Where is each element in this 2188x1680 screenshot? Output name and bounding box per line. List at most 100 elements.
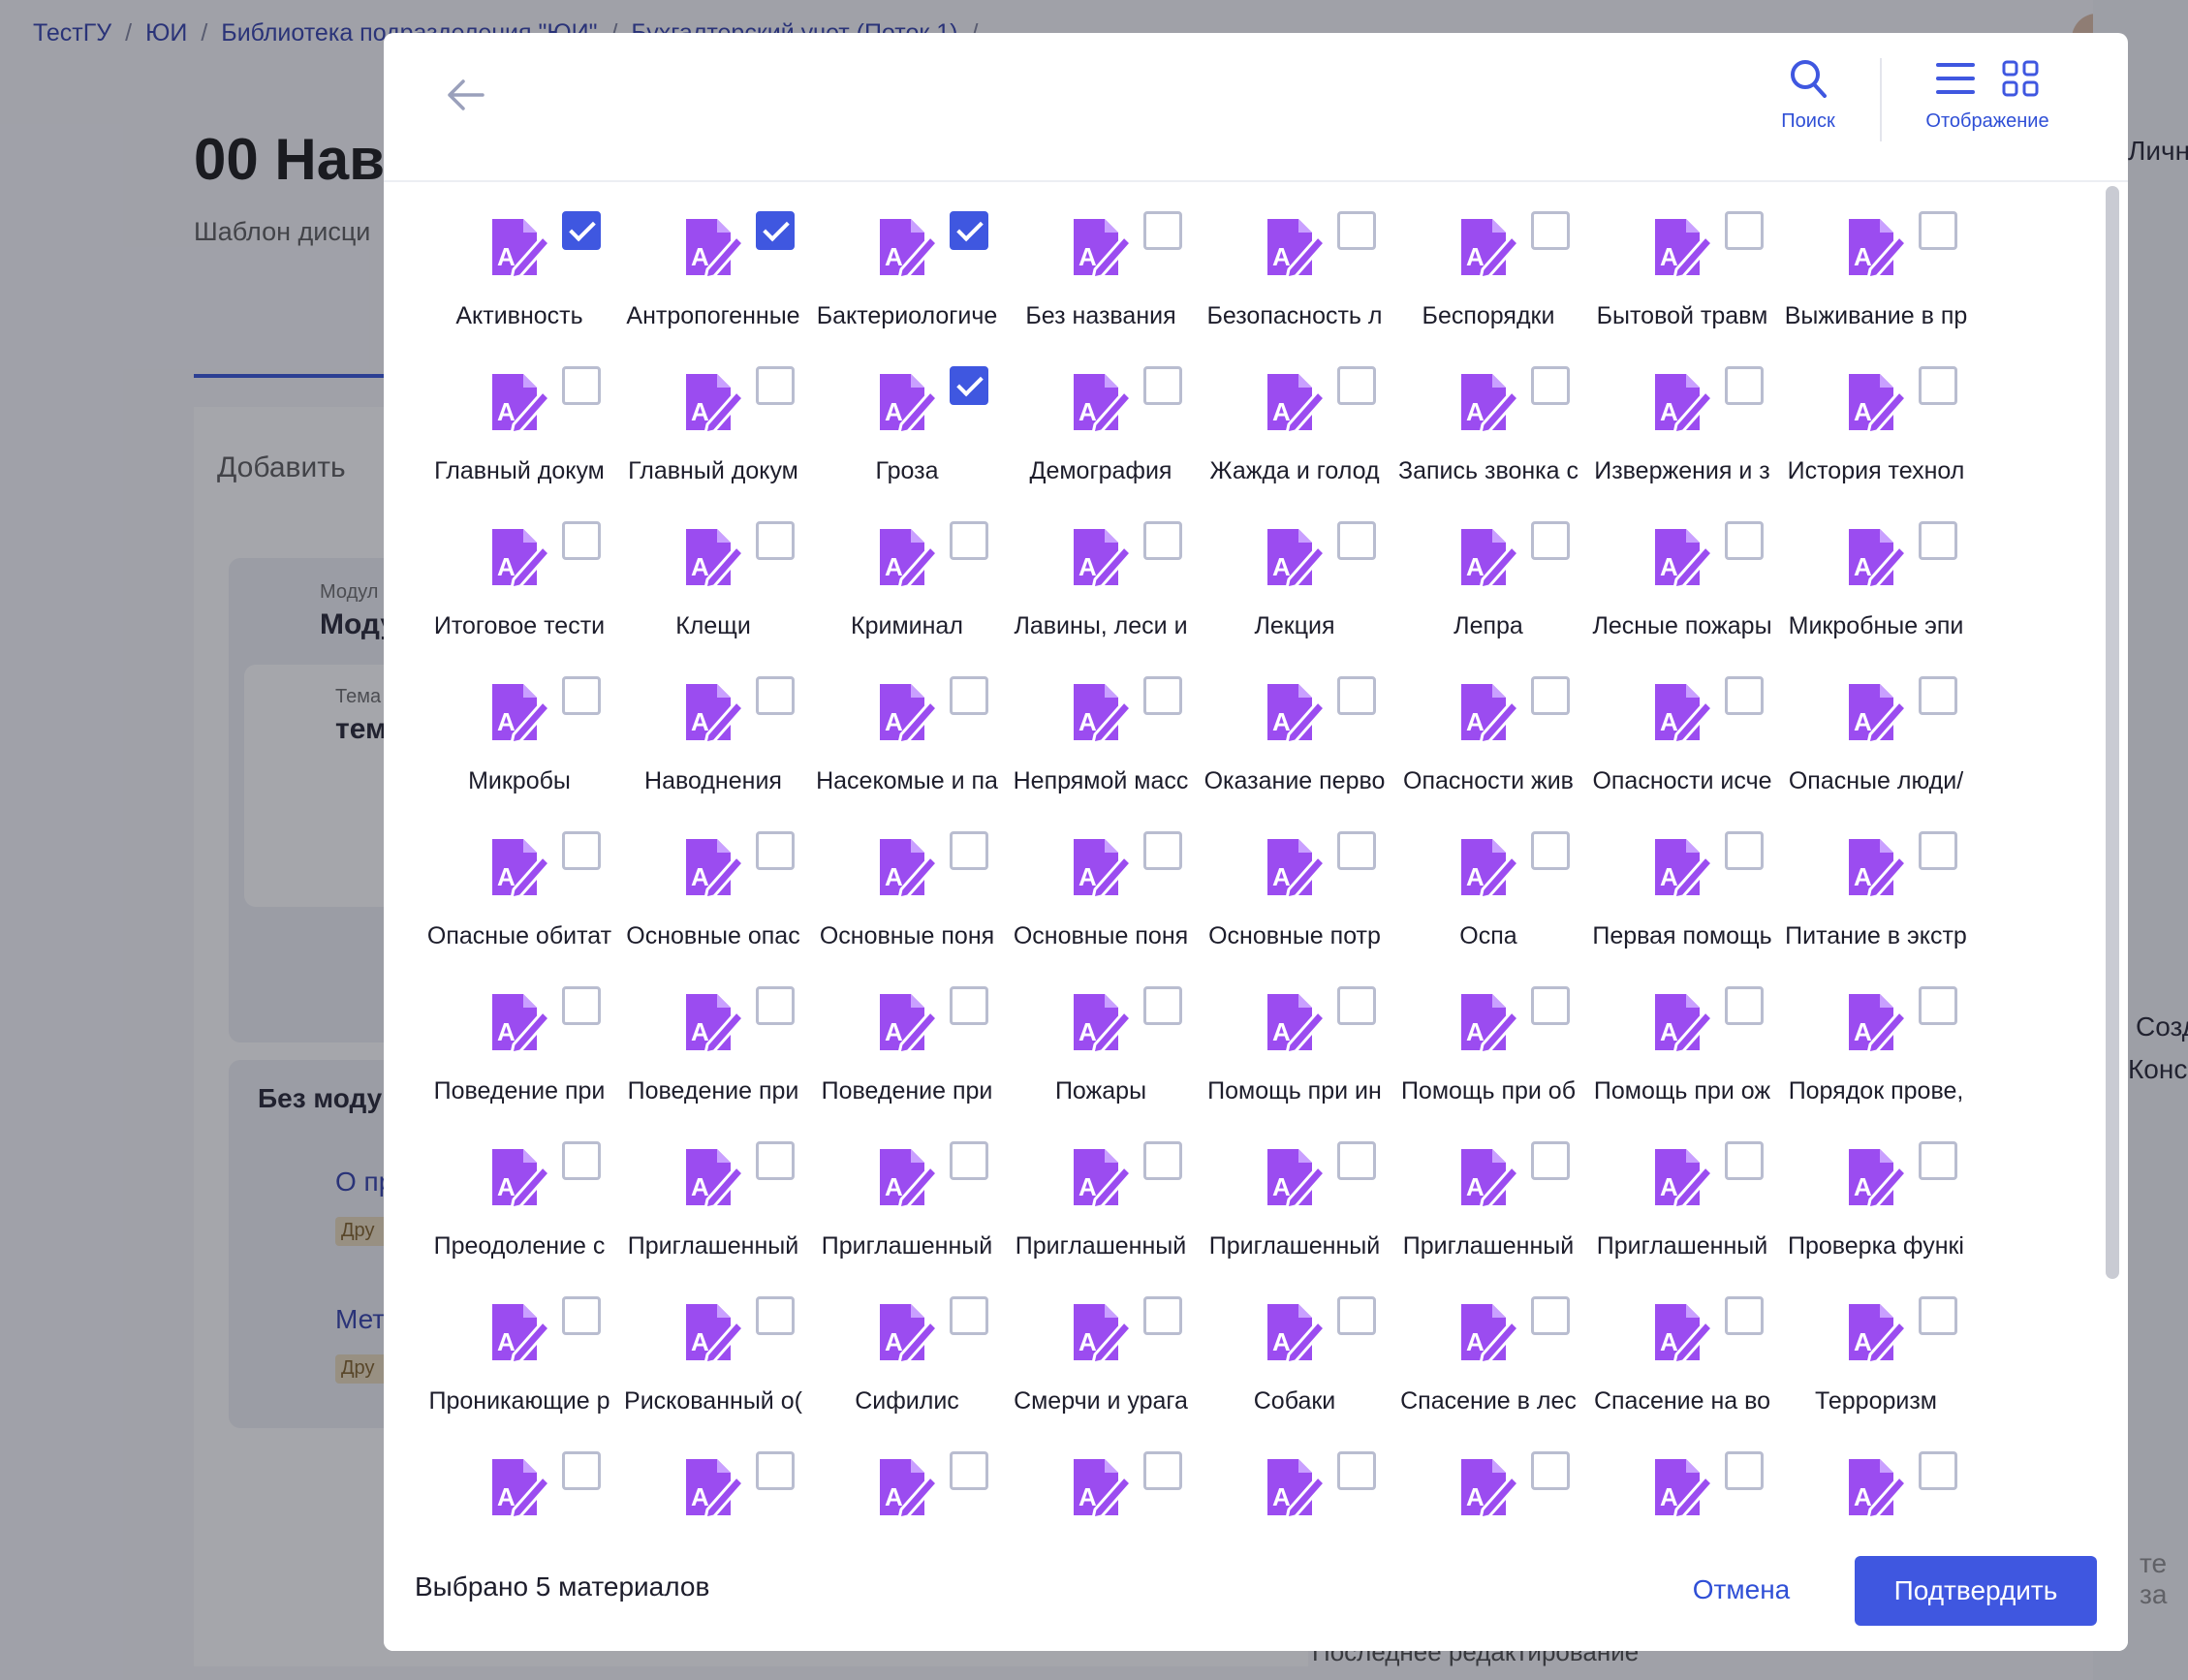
material-checkbox[interactable] [1531,211,1570,250]
material-checkbox[interactable] [756,1296,795,1335]
material-tile[interactable]: A Жажда и голод [1198,339,1391,494]
material-tile[interactable]: A Помощь при ин [1198,959,1391,1114]
cancel-button[interactable]: Отмена [1659,1556,1824,1624]
material-checkbox[interactable] [1143,211,1182,250]
material-tile[interactable]: A [810,1424,1004,1521]
material-checkbox[interactable] [950,676,988,715]
material-checkbox[interactable] [1531,1296,1570,1335]
material-checkbox[interactable] [1725,831,1764,870]
material-tile[interactable]: A Проверка функі [1779,1114,1973,1269]
material-tile[interactable]: A Рискованный о( [616,1269,810,1424]
material-checkbox[interactable] [1531,1451,1570,1490]
material-tile[interactable]: A Опасности жив [1391,649,1585,804]
material-checkbox[interactable] [950,366,988,405]
material-checkbox[interactable] [1143,521,1182,560]
material-tile[interactable]: A Приглашенный [1198,1114,1391,1269]
material-tile[interactable]: A [616,1424,810,1521]
material-checkbox[interactable] [1725,676,1764,715]
material-checkbox[interactable] [1337,831,1376,870]
material-tile[interactable]: A Криминал [810,494,1004,649]
material-checkbox[interactable] [950,211,988,250]
material-tile[interactable]: A [1585,1424,1779,1521]
material-tile[interactable]: A Поведение при [810,959,1004,1114]
material-tile[interactable]: A Спасение в лес [1391,1269,1585,1424]
material-tile[interactable]: A [1004,1424,1198,1521]
material-checkbox[interactable] [562,366,601,405]
material-tile[interactable]: A Извержения и з [1585,339,1779,494]
material-tile[interactable]: A Главный докум [422,339,616,494]
material-tile[interactable]: A Насекомые и па [810,649,1004,804]
material-checkbox[interactable] [756,1141,795,1180]
material-tile[interactable]: A Собаки [1198,1269,1391,1424]
material-tile[interactable]: A Опасные люди/ [1779,649,1973,804]
material-checkbox[interactable] [1725,1141,1764,1180]
material-tile[interactable]: A Антропогенные [616,184,810,339]
material-checkbox[interactable] [1531,986,1570,1025]
material-checkbox[interactable] [950,1451,988,1490]
material-checkbox[interactable] [1143,1451,1182,1490]
material-tile[interactable]: A Опасности исче [1585,649,1779,804]
material-tile[interactable]: A Приглашенный [1004,1114,1198,1269]
material-checkbox[interactable] [1337,676,1376,715]
material-tile[interactable]: A Оспа [1391,804,1585,959]
material-tile[interactable]: A Главный докум [616,339,810,494]
material-tile[interactable]: A Демография [1004,339,1198,494]
material-tile[interactable]: A [1198,1424,1391,1521]
material-tile[interactable]: A Выживание в пр [1779,184,1973,339]
material-tile[interactable]: A Пожары [1004,959,1198,1114]
material-checkbox[interactable] [756,366,795,405]
material-checkbox[interactable] [1531,521,1570,560]
material-tile[interactable]: A Сифилис [810,1269,1004,1424]
material-checkbox[interactable] [562,1141,601,1180]
material-checkbox[interactable] [1337,366,1376,405]
material-tile[interactable]: A Помощь при об [1391,959,1585,1114]
material-checkbox[interactable] [756,676,795,715]
material-checkbox[interactable] [756,521,795,560]
material-checkbox[interactable] [1531,1141,1570,1180]
material-checkbox[interactable] [1143,986,1182,1025]
material-checkbox[interactable] [1919,366,1957,405]
material-tile[interactable]: A Беспорядки [1391,184,1585,339]
material-checkbox[interactable] [950,831,988,870]
material-tile[interactable]: A Наводнения [616,649,810,804]
material-checkbox[interactable] [1919,1296,1957,1335]
material-tile[interactable]: A Бытовой травм [1585,184,1779,339]
material-tile[interactable]: A Бактериологиче [810,184,1004,339]
material-tile[interactable]: A Лекция [1198,494,1391,649]
material-checkbox[interactable] [1337,1296,1376,1335]
material-checkbox[interactable] [1919,676,1957,715]
material-tile[interactable]: A Без названия [1004,184,1198,339]
material-checkbox[interactable] [1337,521,1376,560]
material-tile[interactable]: A Проникающие р [422,1269,616,1424]
material-tile[interactable]: A Оказание перво [1198,649,1391,804]
material-checkbox[interactable] [950,986,988,1025]
material-checkbox[interactable] [1143,676,1182,715]
material-checkbox[interactable] [1337,211,1376,250]
material-tile[interactable]: A Опасные обитат [422,804,616,959]
view-mode-button[interactable]: Отображение [1905,54,2070,133]
material-tile[interactable]: A Преодоление с [422,1114,616,1269]
material-checkbox[interactable] [562,831,601,870]
material-tile[interactable]: A [1391,1424,1585,1521]
material-tile[interactable]: A Приглашенный [810,1114,1004,1269]
material-checkbox[interactable] [1725,211,1764,250]
material-tile[interactable]: A Питание в экстр [1779,804,1973,959]
material-tile[interactable]: A Безопасность л [1198,184,1391,339]
back-button[interactable] [434,64,496,126]
list-view-icon[interactable] [1936,60,1975,97]
material-tile[interactable]: A Микробы [422,649,616,804]
material-checkbox[interactable] [950,521,988,560]
material-checkbox[interactable] [756,986,795,1025]
confirm-button[interactable]: Подтвердить [1855,1556,2097,1626]
material-tile[interactable]: A Лесные пожары [1585,494,1779,649]
material-checkbox[interactable] [1143,831,1182,870]
material-tile[interactable]: A [1779,1424,1973,1521]
material-tile[interactable]: A Непрямой масс [1004,649,1198,804]
material-tile[interactable]: A Приглашенный [616,1114,810,1269]
material-tile[interactable]: A Поведение при [422,959,616,1114]
material-tile[interactable]: A Лепра [1391,494,1585,649]
material-checkbox[interactable] [756,211,795,250]
material-tile[interactable]: A Основные поня [1004,804,1198,959]
material-checkbox[interactable] [562,986,601,1025]
material-tile[interactable]: A Итоговое тести [422,494,616,649]
